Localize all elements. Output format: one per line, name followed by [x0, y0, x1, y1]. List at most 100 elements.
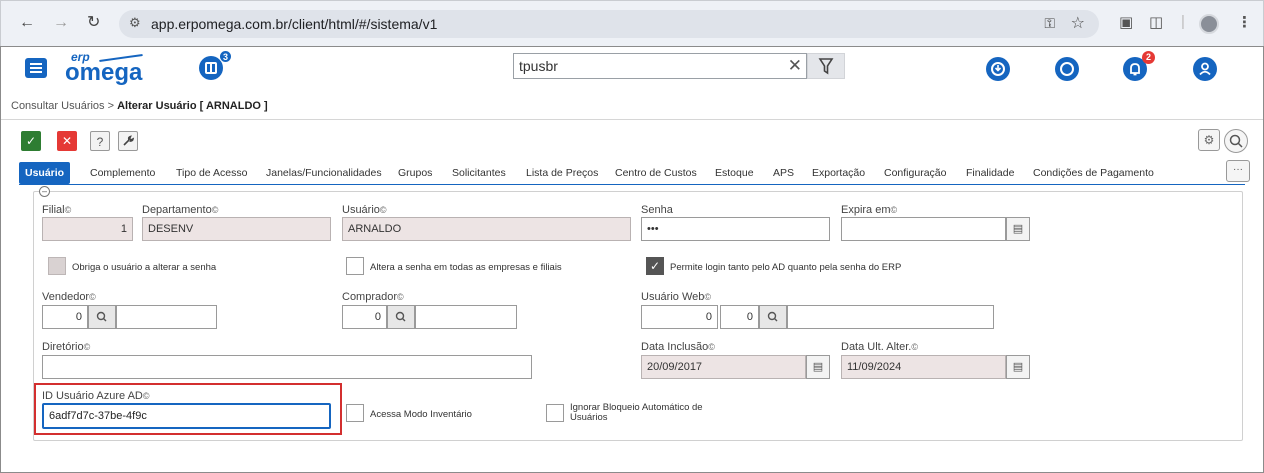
- profile-avatar[interactable]: [1199, 14, 1219, 34]
- magnifier-icon: [395, 311, 406, 322]
- comprador-label: Comprador©: [342, 291, 404, 303]
- question-icon: ?: [96, 135, 104, 149]
- tab-grupos[interactable]: Grupos: [398, 162, 432, 184]
- cast-icon[interactable]: ▣: [1119, 13, 1133, 31]
- obriga-alterar-checkbox[interactable]: [48, 257, 66, 275]
- hamburger-menu-icon[interactable]: [25, 58, 47, 78]
- modules-badge: 3: [219, 50, 232, 63]
- usuario-field[interactable]: ARNALDO: [342, 217, 631, 241]
- magnifier-icon: [767, 311, 778, 322]
- back-icon[interactable]: ←: [19, 14, 35, 32]
- address-bar[interactable]: ⚙ app.erpomega.com.br/client/html/#/sist…: [119, 10, 1099, 38]
- ignorar-bloqueio-label: Ignorar Bloqueio Automático de Usuários: [570, 402, 703, 423]
- close-icon: ✕: [61, 134, 73, 148]
- altera-todas-label: Altera a senha em todas as empresas e fi…: [370, 262, 562, 273]
- tab-janelas-funcionalidades[interactable]: Janelas/Funcionalidades: [266, 162, 382, 184]
- departamento-label: Departamento©: [142, 204, 219, 216]
- usuario-web-search-button[interactable]: [759, 305, 787, 329]
- vendedor-label: Vendedor©: [42, 291, 96, 303]
- tab-usuario[interactable]: Usuário: [19, 162, 71, 184]
- copy-icon: ©: [704, 292, 712, 302]
- altera-todas-checkbox[interactable]: [346, 257, 364, 275]
- tab-condicoes-de-pagamento[interactable]: Condições de Pagamento: [1033, 162, 1154, 184]
- help-button[interactable]: ?: [90, 131, 110, 151]
- data-inclusao-field[interactable]: 20/09/2017: [641, 355, 806, 379]
- vendedor-search-button[interactable]: [88, 305, 116, 329]
- breadcrumb-current: Alterar Usuário [ ARNALDO ]: [117, 100, 268, 112]
- copy-icon: ©: [397, 292, 404, 302]
- diretorio-field[interactable]: [42, 355, 532, 379]
- expira-em-label: Expira em©: [841, 204, 898, 216]
- comprador-name-field[interactable]: [415, 305, 517, 329]
- save-button[interactable]: ✓: [21, 131, 41, 151]
- site-settings-icon[interactable]: ⚙: [129, 15, 141, 31]
- more-tabs-button[interactable]: ···: [1226, 160, 1250, 182]
- logo-omega-text: omega: [65, 59, 143, 86]
- reload-icon[interactable]: ↻: [87, 14, 100, 32]
- usuario-web-code2-field[interactable]: 0: [720, 305, 759, 329]
- tab-centro-de-custos[interactable]: Centro de Custos: [615, 162, 697, 184]
- check-icon: ✓: [649, 259, 661, 273]
- tab-exportacao[interactable]: Exportação: [812, 162, 865, 184]
- tab-tipo-de-acesso[interactable]: Tipo de Acesso: [176, 162, 247, 184]
- filial-field[interactable]: 1: [42, 217, 133, 241]
- ignorar-bloqueio-checkbox[interactable]: [546, 404, 564, 422]
- id-azure-field[interactable]: 6adf7d7c-37be-4f9c: [42, 403, 331, 429]
- extensions-icon[interactable]: ◫: [1149, 13, 1163, 31]
- diretorio-label: Diretório©: [42, 341, 91, 353]
- tab-configuracao[interactable]: Configuração: [884, 162, 946, 184]
- vendedor-code-field[interactable]: 0: [42, 305, 88, 329]
- tab-solicitantes[interactable]: Solicitantes: [452, 162, 506, 184]
- copy-icon: ©: [83, 342, 91, 352]
- clear-search-icon[interactable]: ✕: [788, 56, 802, 76]
- data-ult-alter-field[interactable]: 11/09/2024: [841, 355, 1006, 379]
- filter-button[interactable]: [807, 53, 845, 79]
- permite-login-checkbox[interactable]: ✓: [646, 257, 664, 275]
- search-record-button[interactable]: [1224, 129, 1248, 153]
- filial-label: Filial©: [42, 204, 72, 216]
- cancel-button[interactable]: ✕: [57, 131, 77, 151]
- settings-gear-button[interactable]: ⚙: [1198, 129, 1220, 151]
- breadcrumb-parent[interactable]: Consultar Usuários: [11, 100, 105, 112]
- tab-aps[interactable]: APS: [773, 162, 794, 184]
- vendedor-name-field[interactable]: [116, 305, 217, 329]
- bookmark-star-icon[interactable]: ☆: [1071, 13, 1085, 33]
- usuario-web-code1-field[interactable]: 0: [641, 305, 718, 329]
- obriga-alterar-label: Obriga o usuário a alterar a senha: [72, 262, 217, 273]
- copy-icon: ©: [911, 342, 918, 352]
- tab-complemento[interactable]: Complemento: [90, 162, 155, 184]
- usuario-web-label: Usuário Web©: [641, 291, 712, 303]
- tab-estoque[interactable]: Estoque: [715, 162, 754, 184]
- comprador-code-field[interactable]: 0: [342, 305, 387, 329]
- app-topbar: erp omega 3 ✕ 2: [1, 47, 1263, 91]
- expira-em-field[interactable]: [841, 217, 1006, 241]
- departamento-field[interactable]: DESENV: [142, 217, 331, 241]
- magnifier-icon: [96, 311, 107, 322]
- comprador-search-button[interactable]: [387, 305, 415, 329]
- senha-field[interactable]: •••: [641, 217, 830, 241]
- breadcrumb-separator: >: [107, 100, 115, 112]
- forward-icon[interactable]: →: [53, 14, 69, 32]
- password-key-icon[interactable]: ⚿: [1044, 15, 1055, 32]
- calendar-icon[interactable]: ▤: [1006, 355, 1030, 379]
- tab-lista-de-precos[interactable]: Lista de Preços: [526, 162, 598, 184]
- tools-button[interactable]: [118, 131, 138, 151]
- user-profile-icon[interactable]: [1193, 57, 1217, 81]
- chat-icon[interactable]: [1055, 57, 1079, 81]
- id-azure-label: ID Usuário Azure AD©: [42, 390, 150, 402]
- copy-icon: ©: [708, 342, 715, 352]
- calendar-icon[interactable]: ▤: [1006, 217, 1030, 241]
- acessa-inventario-checkbox[interactable]: [346, 404, 364, 422]
- breadcrumb: Consultar Usuários > Alterar Usuário [ A…: [11, 100, 268, 112]
- calendar-icon[interactable]: ▤: [806, 355, 830, 379]
- magnifier-icon: [1229, 134, 1243, 148]
- collapse-panel-icon[interactable]: –: [39, 186, 50, 197]
- support-icon[interactable]: [986, 57, 1010, 81]
- search-input[interactable]: [519, 57, 779, 75]
- copy-icon: ©: [142, 391, 150, 401]
- tab-finalidade[interactable]: Finalidade: [966, 162, 1014, 184]
- gear-icon: ⚙: [1203, 133, 1215, 147]
- usuario-web-name-field[interactable]: [787, 305, 994, 329]
- kebab-menu-icon[interactable]: ⋮: [1237, 13, 1252, 31]
- copy-icon: ©: [211, 205, 219, 215]
